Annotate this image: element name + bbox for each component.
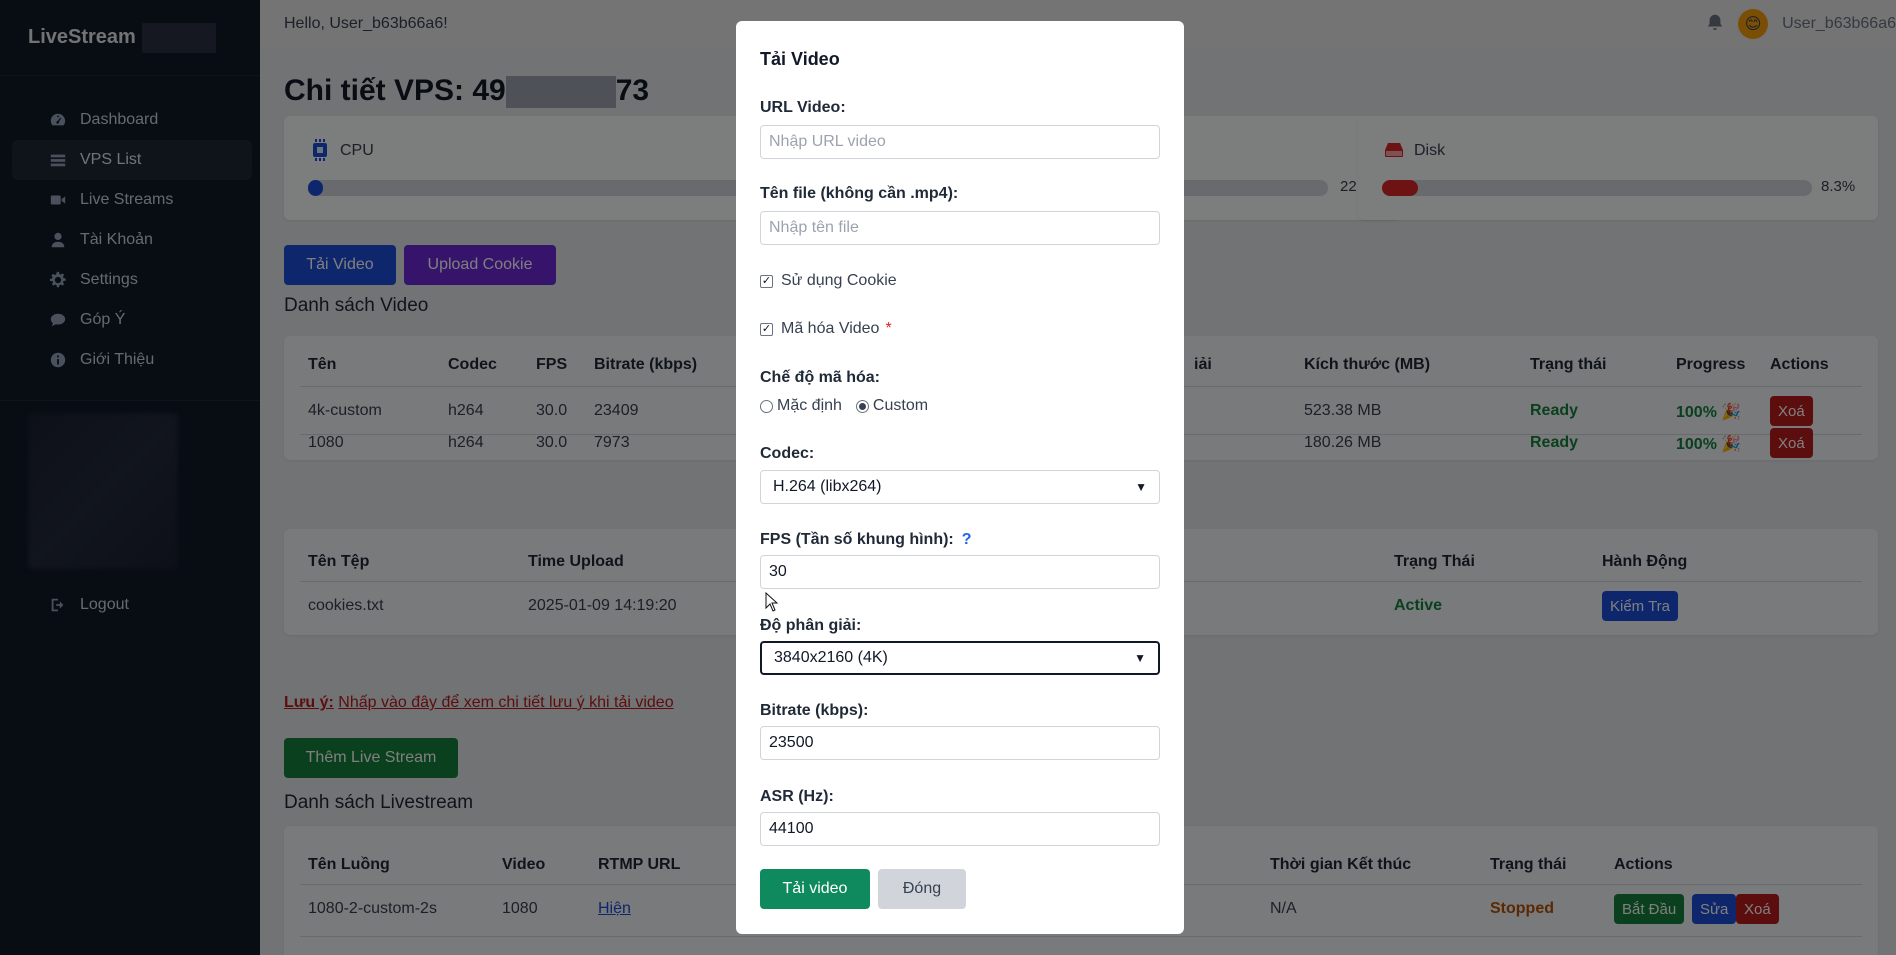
chevron-down-icon: ▼ bbox=[1135, 480, 1147, 494]
encode-video-row[interactable]: ✓ Mã hóa Video * bbox=[760, 320, 892, 338]
modal-actions: Tải video Đóng bbox=[760, 869, 966, 909]
bitrate-label: Bitrate (kbps): bbox=[760, 702, 869, 719]
bitrate-input[interactable]: 23500 bbox=[760, 726, 1160, 760]
mode-default-radio[interactable] bbox=[760, 399, 773, 413]
mode-default-label: Mặc định bbox=[777, 397, 842, 414]
close-modal-button[interactable]: Đóng bbox=[878, 869, 966, 909]
mode-radio-group: Mặc định Custom bbox=[760, 397, 928, 415]
use-cookie-checkbox[interactable]: ✓ bbox=[760, 274, 773, 288]
submit-download-button[interactable]: Tải video bbox=[760, 869, 870, 909]
required-mark: * bbox=[885, 320, 892, 337]
download-video-modal: Tải Video URL Video: Nhập URL video Tên … bbox=[736, 21, 1184, 934]
filename-input[interactable]: Nhập tên file bbox=[760, 211, 1160, 245]
url-label: URL Video: bbox=[760, 99, 846, 116]
fps-label: FPS (Tần số khung hình):? bbox=[760, 531, 972, 549]
mode-custom-radio[interactable] bbox=[855, 399, 869, 413]
use-cookie-row[interactable]: ✓ Sử dụng Cookie bbox=[760, 272, 897, 290]
resolution-label: Độ phân giải: bbox=[760, 617, 862, 634]
help-icon[interactable]: ? bbox=[962, 531, 972, 548]
modal-title: Tải Video bbox=[760, 49, 840, 69]
mode-custom-label: Custom bbox=[872, 397, 929, 414]
resolution-selected: 3840x2160 (4K) bbox=[774, 649, 888, 666]
encode-video-checkbox[interactable]: ✓ bbox=[760, 322, 773, 336]
resolution-select[interactable]: 3840x2160 (4K) ▼ bbox=[760, 641, 1160, 675]
fps-input[interactable]: 30 bbox=[760, 555, 1160, 589]
codec-select[interactable]: H.264 (libx264) ▼ bbox=[760, 470, 1160, 504]
url-input[interactable]: Nhập URL video bbox=[760, 125, 1160, 159]
asr-label: ASR (Hz): bbox=[760, 788, 834, 805]
mouse-cursor-icon bbox=[765, 592, 779, 612]
asr-input[interactable]: 44100 bbox=[760, 812, 1160, 846]
mode-label: Chế độ mã hóa: bbox=[760, 369, 881, 386]
codec-selected: H.264 (libx264) bbox=[773, 478, 882, 495]
use-cookie-label: Sử dụng Cookie bbox=[781, 272, 897, 289]
fps-label-text: FPS (Tần số khung hình): bbox=[760, 531, 954, 548]
encode-video-label: Mã hóa Video bbox=[781, 320, 880, 337]
codec-label: Codec: bbox=[760, 445, 815, 462]
chevron-down-icon: ▼ bbox=[1134, 651, 1146, 665]
filename-label: Tên file (không cần .mp4): bbox=[760, 185, 959, 202]
